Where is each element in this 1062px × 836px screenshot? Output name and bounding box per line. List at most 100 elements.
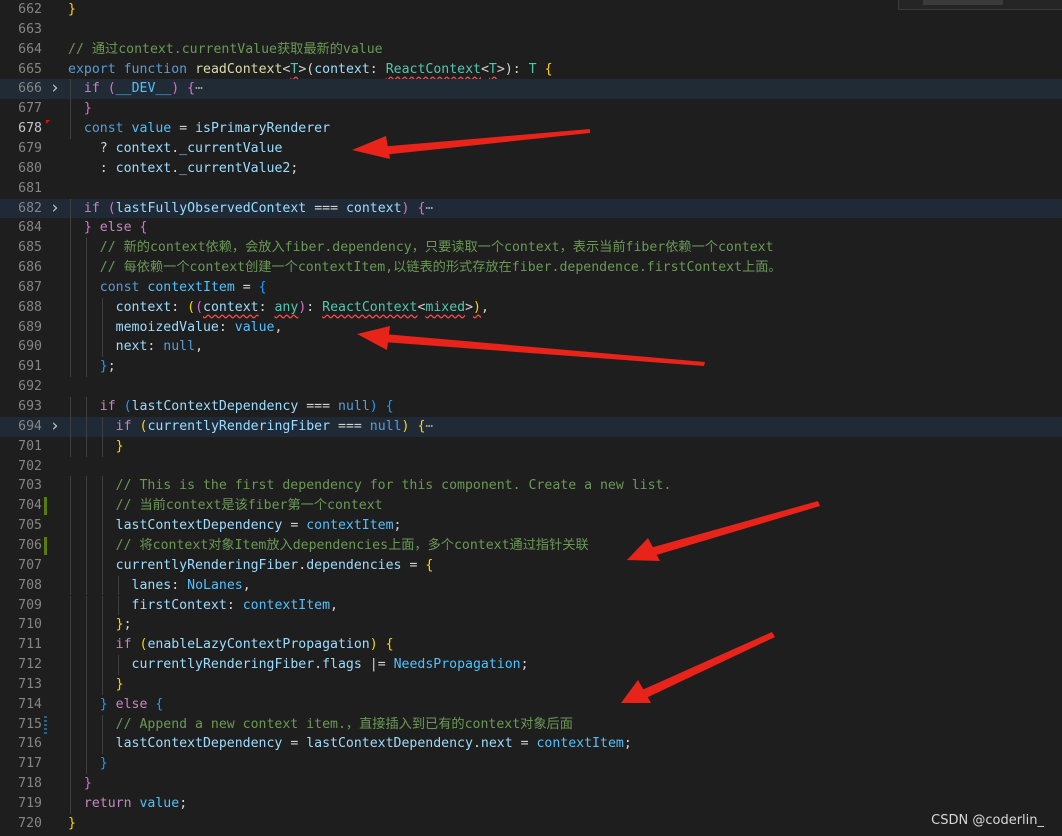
code-text: lanes: NoLanes, <box>131 577 251 593</box>
line-number: 694 <box>18 418 42 434</box>
code-line[interactable]: 665 export function readContext<T>(contex… <box>0 60 1062 80</box>
code-text: // 当前context是该fiber第一个context <box>115 498 383 514</box>
code-editor[interactable]: 662} 663 664 // 通过context.currentValue获取最新的… <box>0 0 1062 836</box>
line-number: 711 <box>18 637 42 653</box>
code-line[interactable]: 715 // Append a new context item.，直接插入到已… <box>0 714 1062 735</box>
git-change-marker <box>44 715 47 734</box>
line-number: 702 <box>18 458 42 474</box>
git-change-marker <box>44 497 47 516</box>
code-text: } <box>115 676 124 692</box>
line-number: 717 <box>18 756 42 772</box>
code-line[interactable]: 684 } else { <box>0 218 1062 239</box>
line-number: 705 <box>18 518 42 534</box>
line-number: 701 <box>18 438 42 454</box>
code-text: context: ((context: any): ReactContext<m… <box>115 299 489 315</box>
code-line[interactable]: 702 <box>0 457 1062 477</box>
code-line[interactable]: 691 }; <box>0 357 1062 378</box>
fold-chevron-icon[interactable]: › <box>49 198 61 219</box>
line-number: 680 <box>18 160 42 176</box>
line-number: 713 <box>18 676 42 692</box>
line-number: 716 <box>18 736 42 752</box>
code-line[interactable]: 677 } <box>0 99 1062 120</box>
code-line[interactable]: 678 const value = isPrimaryRenderer <box>0 119 1062 139</box>
code-line[interactable]: 708 lanes: NoLanes, <box>0 575 1062 596</box>
line-number: 693 <box>18 399 42 414</box>
fold-chevron-icon[interactable]: › <box>49 416 61 437</box>
code-line[interactable]: 706 // 将context对象Item放入dependencies上面，多个… <box>0 535 1062 556</box>
code-line[interactable]: 692 <box>0 377 1062 397</box>
code-line[interactable]: 703 // This is the first dependency for … <box>0 476 1062 497</box>
code-text: // 通过context.currentValue获取最新的value <box>68 41 383 57</box>
git-change-marker <box>44 536 47 555</box>
code-line[interactable]: 704 // 当前context是该fiber第一个context <box>0 496 1062 517</box>
code-line[interactable]: 701 } <box>0 436 1062 457</box>
code-text: firstContext: contextItem, <box>131 597 338 613</box>
line-number: 715 <box>18 716 42 732</box>
code-text: return value; <box>83 796 188 811</box>
code-line[interactable]: 687 const contextItem = { <box>0 277 1062 298</box>
line-number: 679 <box>18 140 42 156</box>
line-number: 707 <box>18 557 42 573</box>
code-text: // This is the first dependency for this… <box>115 478 672 494</box>
line-number: 720 <box>18 815 42 831</box>
line-number: 665 <box>18 61 42 77</box>
code-text: lastContextDependency = lastContextDepen… <box>115 736 632 752</box>
error-marker-icon <box>46 120 50 125</box>
code-line[interactable]: 694 › if (currentlyRenderingFiber === nul… <box>0 416 1062 437</box>
line-number: 685 <box>18 240 42 256</box>
code-line[interactable]: 718 } <box>0 774 1062 794</box>
code-line[interactable]: 693 if (lastContextDependency === null) … <box>0 397 1062 417</box>
code-text: if (lastFullyObservedContext === context… <box>83 200 434 216</box>
code-text: // Append a new context item.，直接插入到已有的co… <box>115 716 573 732</box>
code-line[interactable]: 705 lastContextDependency = contextItem; <box>0 516 1062 536</box>
code-line[interactable]: 710 }; <box>0 615 1062 636</box>
code-line[interactable]: 711 if (enableLazyContextPropagation) { <box>0 635 1062 656</box>
code-text: ? context._currentValue <box>68 140 283 156</box>
code-line[interactable]: 682 › if (lastFullyObservedContext === co… <box>0 198 1062 219</box>
line-number: 662 <box>18 2 42 17</box>
line-number: 719 <box>18 796 42 811</box>
code-text: memoizedValue: value, <box>115 319 283 335</box>
code-text: if (__DEV__) {⋯ <box>83 81 204 97</box>
line-number: 692 <box>18 379 42 395</box>
code-line[interactable]: 680 : context._currentValue2; <box>0 159 1062 179</box>
code-text: } <box>83 776 92 792</box>
code-line[interactable]: 685 // 新的context依赖，会放入fiber.dependency，只… <box>0 238 1062 259</box>
line-number: 690 <box>18 339 42 355</box>
line-number: 703 <box>18 478 42 494</box>
code-line[interactable]: 717 } <box>0 754 1062 775</box>
line-number: 684 <box>18 220 42 236</box>
code-line[interactable]: 689 memoizedValue: value, <box>0 317 1062 338</box>
code-text: } <box>99 756 108 772</box>
code-line[interactable]: 663 <box>0 20 1062 40</box>
code-text: } <box>68 815 76 831</box>
code-text: } <box>68 2 76 17</box>
code-line[interactable]: 690 next: null, <box>0 337 1062 358</box>
fold-chevron-icon[interactable]: › <box>49 79 61 99</box>
code-line[interactable]: 720} <box>0 814 1062 834</box>
code-line[interactable]: 714 } else { <box>0 694 1062 715</box>
code-line[interactable]: 686 // 每依赖一个context创建一个contextItem,以链表的形… <box>0 258 1062 278</box>
code-line[interactable]: 664 // 通过context.currentValue获取最新的value <box>0 40 1062 60</box>
code-line[interactable]: 679 ? context._currentValue <box>0 139 1062 159</box>
code-line[interactable]: 709 firstContext: contextItem, <box>0 595 1062 616</box>
code-line[interactable]: 713 } <box>0 674 1062 695</box>
code-line[interactable]: 716 lastContextDependency = lastContextD… <box>0 734 1062 755</box>
code-line[interactable]: 666 › if (__DEV__) {⋯ <box>0 79 1062 100</box>
line-number: 686 <box>18 260 42 276</box>
line-number: 689 <box>18 319 42 335</box>
line-number: 666 <box>18 81 42 97</box>
code-line[interactable]: 712 currentlyRenderingFiber.flags |= Nee… <box>0 655 1062 675</box>
code-text: }; <box>99 359 116 375</box>
code-line[interactable]: 719 return value; <box>0 794 1062 814</box>
line-number: 718 <box>18 776 42 792</box>
code-line[interactable]: 688 context: ((context: any): ReactConte… <box>0 297 1062 318</box>
code-line[interactable]: 681 <box>0 179 1062 199</box>
line-number: 688 <box>18 299 42 315</box>
code-line[interactable]: 707 currentlyRenderingFiber.dependencies… <box>0 555 1062 576</box>
code-text: lastContextDependency = contextItem; <box>115 518 402 534</box>
line-number: 682 <box>18 200 42 216</box>
code-text: if (currentlyRenderingFiber === null) {⋯ <box>115 418 434 434</box>
code-text: if (lastContextDependency === null) { <box>99 399 394 414</box>
code-text: const value = isPrimaryRenderer <box>83 121 331 137</box>
